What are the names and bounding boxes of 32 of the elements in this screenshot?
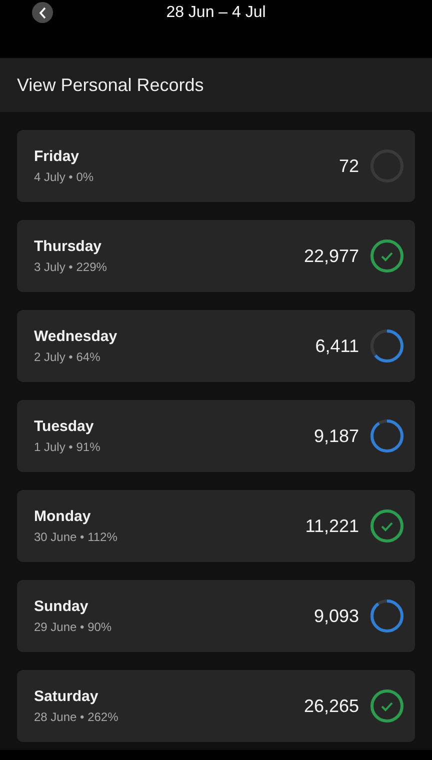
day-card[interactable]: Tuesday 1 July • 91% 9,187 bbox=[17, 400, 415, 472]
date-range-title: 28 Jun – 4 Jul bbox=[165, 3, 267, 22]
date-percent: 29 June • 90% bbox=[34, 620, 113, 634]
step-count: 6,411 bbox=[315, 336, 359, 356]
day-name: Monday bbox=[34, 508, 92, 525]
day-name: Tuesday bbox=[34, 418, 95, 435]
step-count: 22,977 bbox=[304, 246, 359, 266]
day-card[interactable]: Sunday 29 June • 90% 9,093 bbox=[17, 580, 415, 652]
step-count: 26,265 bbox=[304, 696, 359, 716]
date-percent: 28 June • 262% bbox=[34, 710, 120, 724]
step-count: 9,187 bbox=[314, 426, 359, 446]
date-percent: 4 July • 0% bbox=[34, 170, 95, 184]
day-name: Thursday bbox=[34, 238, 103, 255]
step-count: 72 bbox=[338, 156, 359, 176]
day-name: Wednesday bbox=[34, 328, 118, 345]
back-icon bbox=[38, 6, 48, 18]
step-count: 9,093 bbox=[314, 606, 359, 626]
step-count: 11,221 bbox=[305, 516, 359, 536]
date-percent: 3 July • 229% bbox=[34, 260, 108, 274]
date-percent: 2 July • 64% bbox=[34, 350, 102, 364]
day-card[interactable]: Thursday 3 July • 229% 22,977 bbox=[17, 220, 415, 292]
day-card[interactable]: Saturday 28 June • 262% 26,265 bbox=[17, 670, 415, 742]
date-percent: 1 July • 91% bbox=[34, 440, 102, 454]
day-card[interactable]: Wednesday 2 July • 64% 6,411 bbox=[17, 310, 415, 382]
day-name: Saturday bbox=[34, 688, 100, 705]
personal-records-link[interactable]: View Personal Records bbox=[17, 74, 204, 96]
back-button[interactable] bbox=[32, 2, 53, 23]
day-card[interactable]: Friday 4 July • 0% 72 bbox=[17, 130, 415, 202]
day-card[interactable]: Monday 30 June • 112% 11,221 bbox=[17, 490, 415, 562]
day-name: Sunday bbox=[34, 598, 90, 615]
date-percent: 30 June • 112% bbox=[34, 530, 118, 544]
day-name: Friday bbox=[34, 148, 80, 165]
